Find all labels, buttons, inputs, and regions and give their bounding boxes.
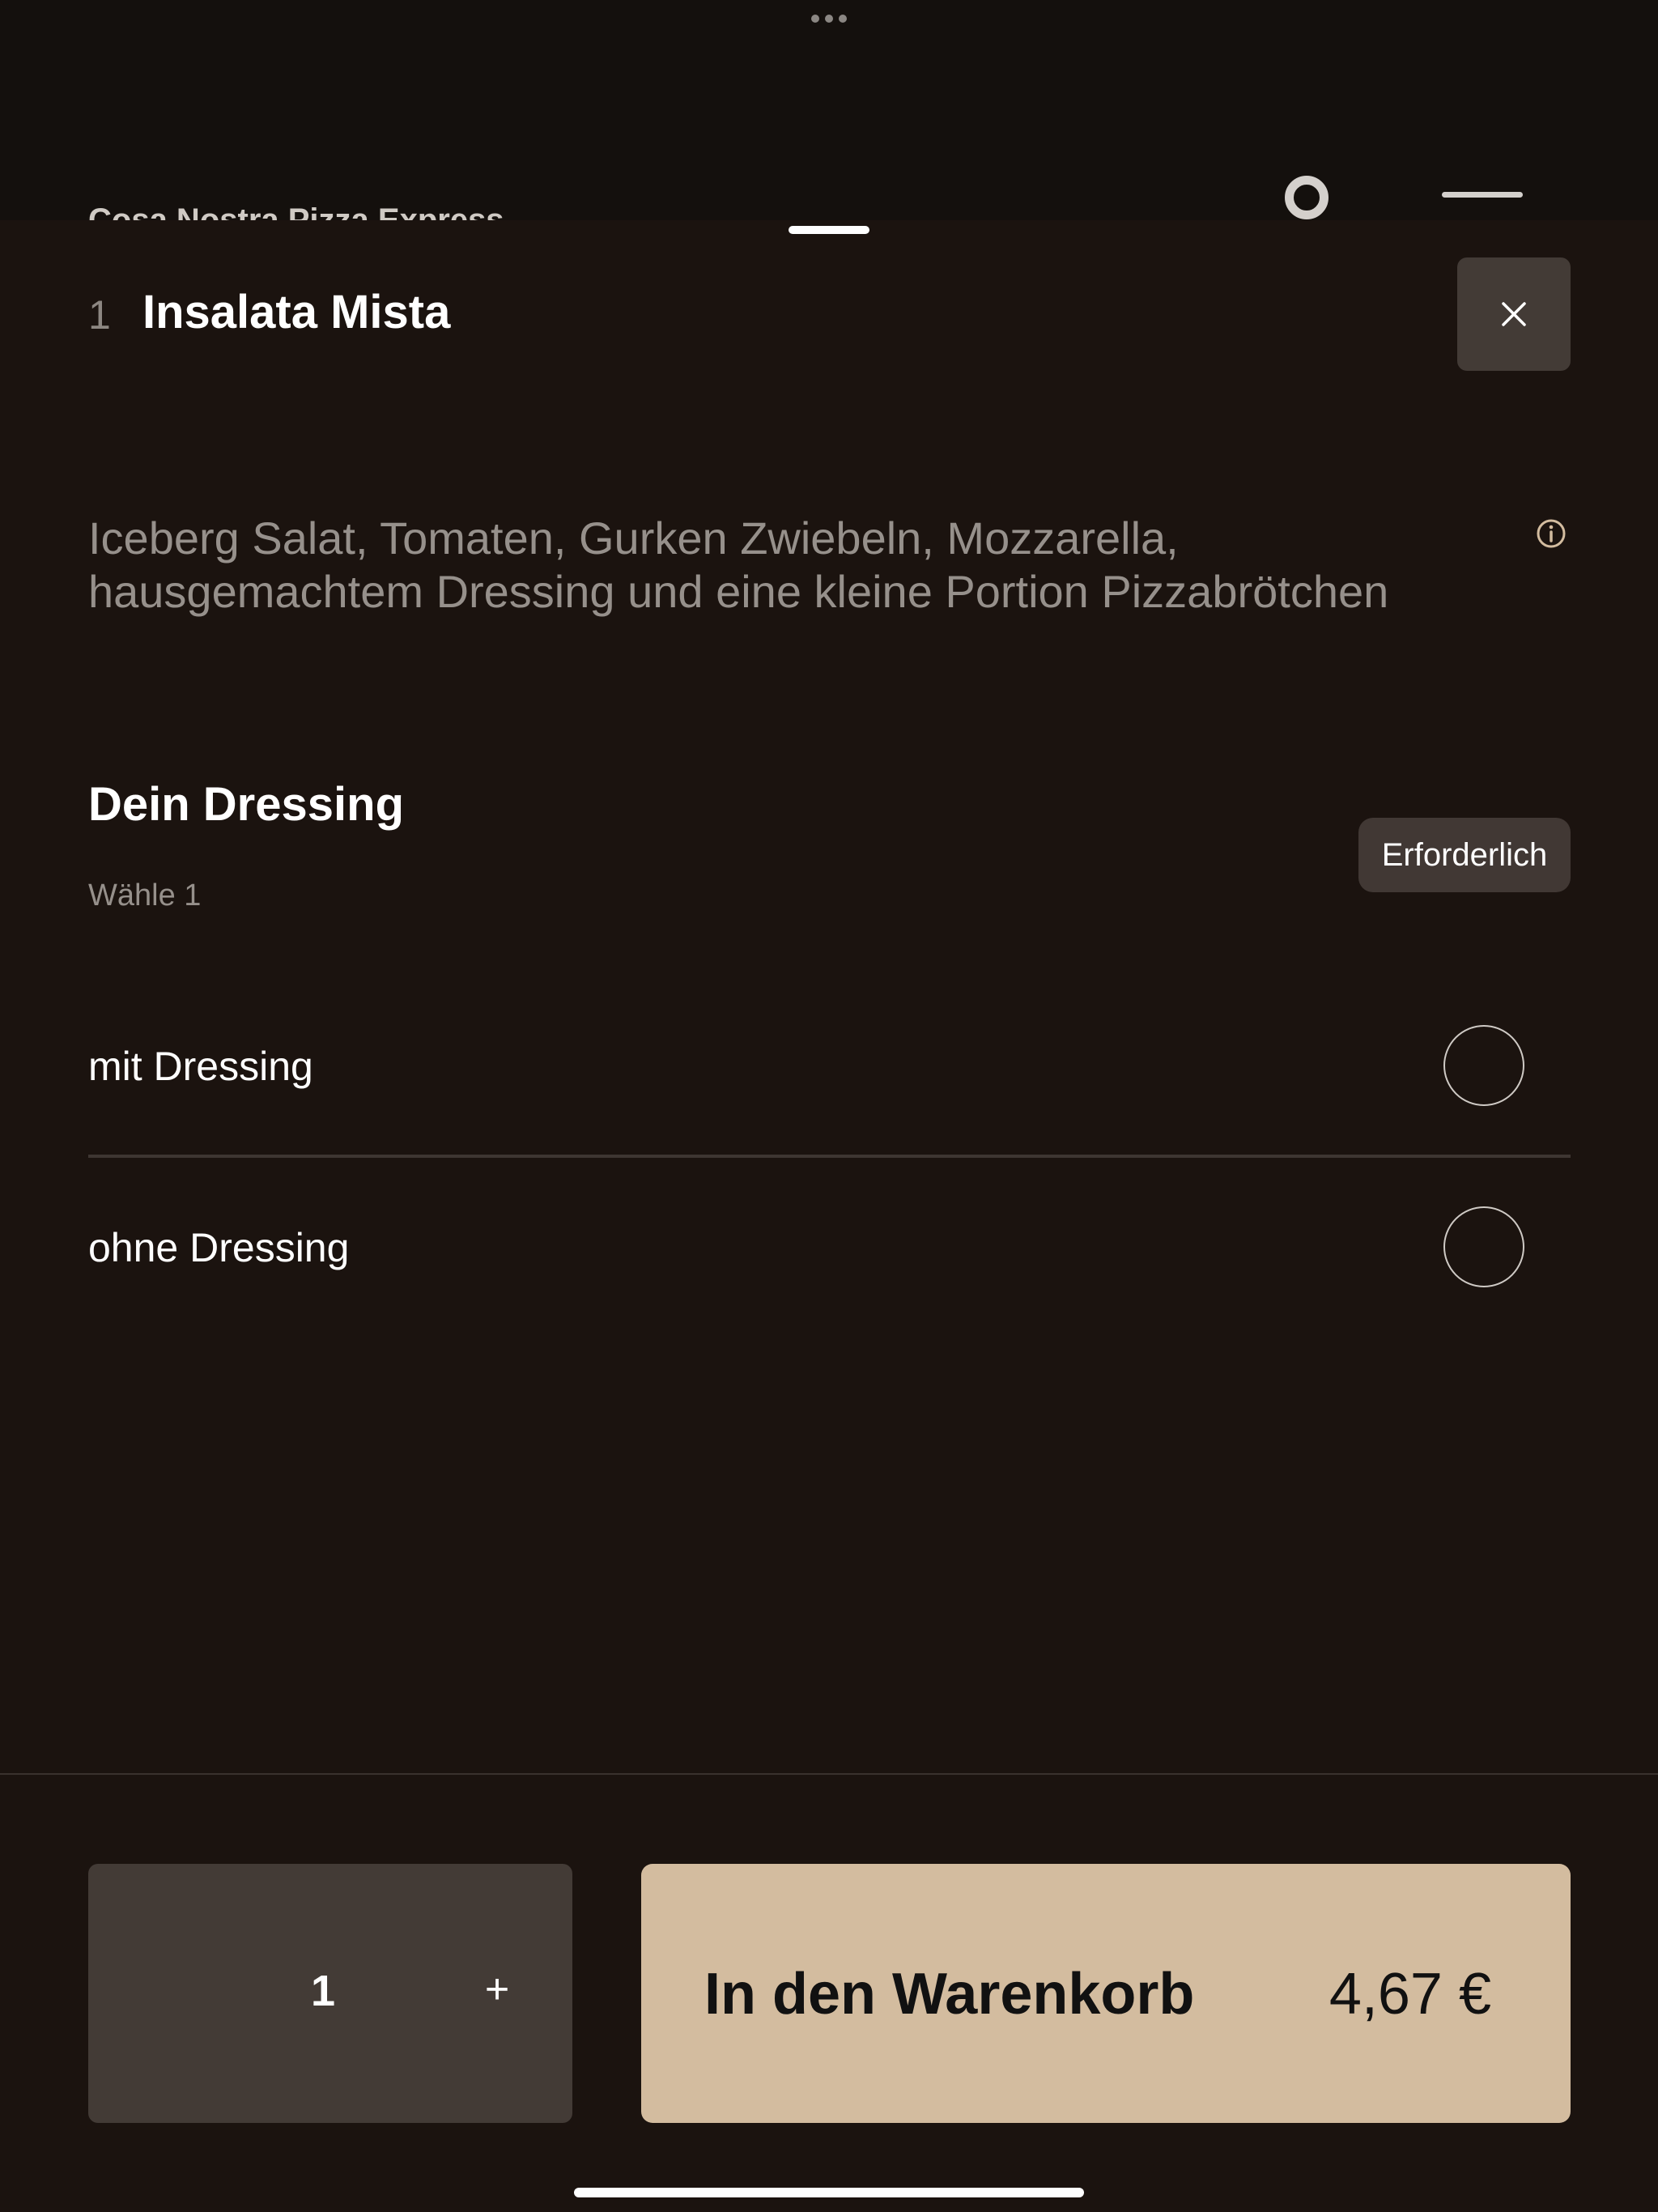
close-button[interactable]	[1457, 257, 1571, 371]
option-group-subtitle: Wähle 1	[88, 878, 202, 912]
item-description: Iceberg Salat, Tomaten, Gurken Zwiebeln,…	[88, 513, 1389, 617]
option-group-title: Dein Dressing	[88, 778, 404, 831]
multitasking-dots-icon[interactable]	[811, 15, 847, 23]
required-badge: Erforderlich	[1358, 818, 1571, 892]
option-with-dressing[interactable]: mit Dressing	[88, 975, 1571, 1156]
menu-icon[interactable]	[1442, 192, 1523, 198]
option-label: mit Dressing	[88, 1044, 313, 1089]
circle-icon[interactable]	[1285, 176, 1329, 219]
home-indicator[interactable]	[574, 2188, 1084, 2197]
add-to-cart-button[interactable]: In den Warenkorb 4,67 €	[641, 1864, 1571, 2123]
footer-divider	[0, 1773, 1658, 1775]
sheet-grabber[interactable]	[789, 226, 869, 234]
quantity-stepper: 1 +	[88, 1864, 572, 2123]
info-icon[interactable]	[1535, 517, 1567, 550]
add-to-cart-label: In den Warenkorb	[704, 1962, 1195, 2027]
radio-button[interactable]	[1443, 1025, 1524, 1106]
item-number: 1	[88, 292, 111, 338]
increase-quantity-button[interactable]: +	[461, 1953, 534, 2026]
close-icon	[1502, 302, 1526, 326]
option-without-dressing[interactable]: ohne Dressing	[88, 1156, 1571, 1338]
option-label: ohne Dressing	[88, 1225, 350, 1270]
radio-button[interactable]	[1443, 1206, 1524, 1287]
price: 4,67 €	[1329, 1962, 1491, 2027]
quantity-value: 1	[311, 1967, 336, 2015]
item-title: Insalata Mista	[142, 286, 451, 338]
background-header: Cosa Nostra Pizza Express	[0, 0, 1658, 238]
product-detail-sheet: 1 Insalata Mista Iceberg Salat, Tomaten,…	[0, 220, 1658, 2212]
